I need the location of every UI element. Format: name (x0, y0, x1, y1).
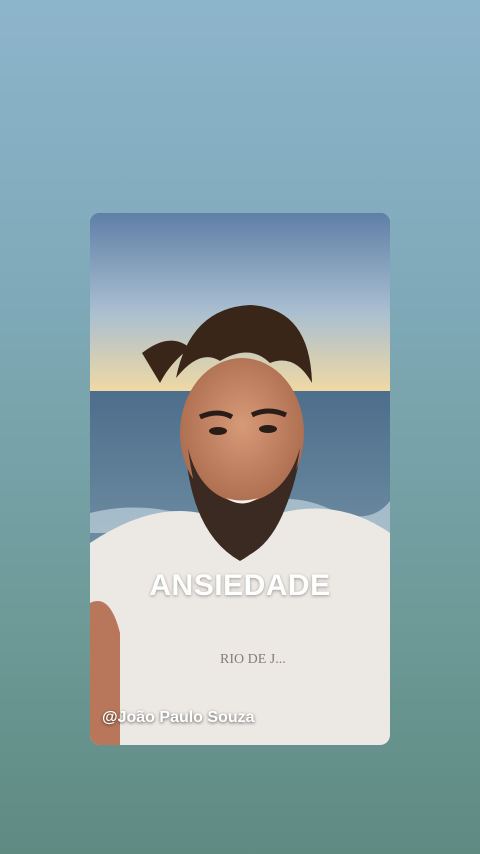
story-video-card[interactable]: RIO DE J... ANSIEDADE @João Paulo Souza (90, 213, 390, 745)
svg-text:RIO DE J...: RIO DE J... (220, 652, 286, 667)
video-frame-image: RIO DE J... (90, 213, 390, 745)
story-credit-handle[interactable]: @João Paulo Souza (102, 709, 255, 727)
story-overlay-title: ANSIEDADE (149, 569, 331, 602)
